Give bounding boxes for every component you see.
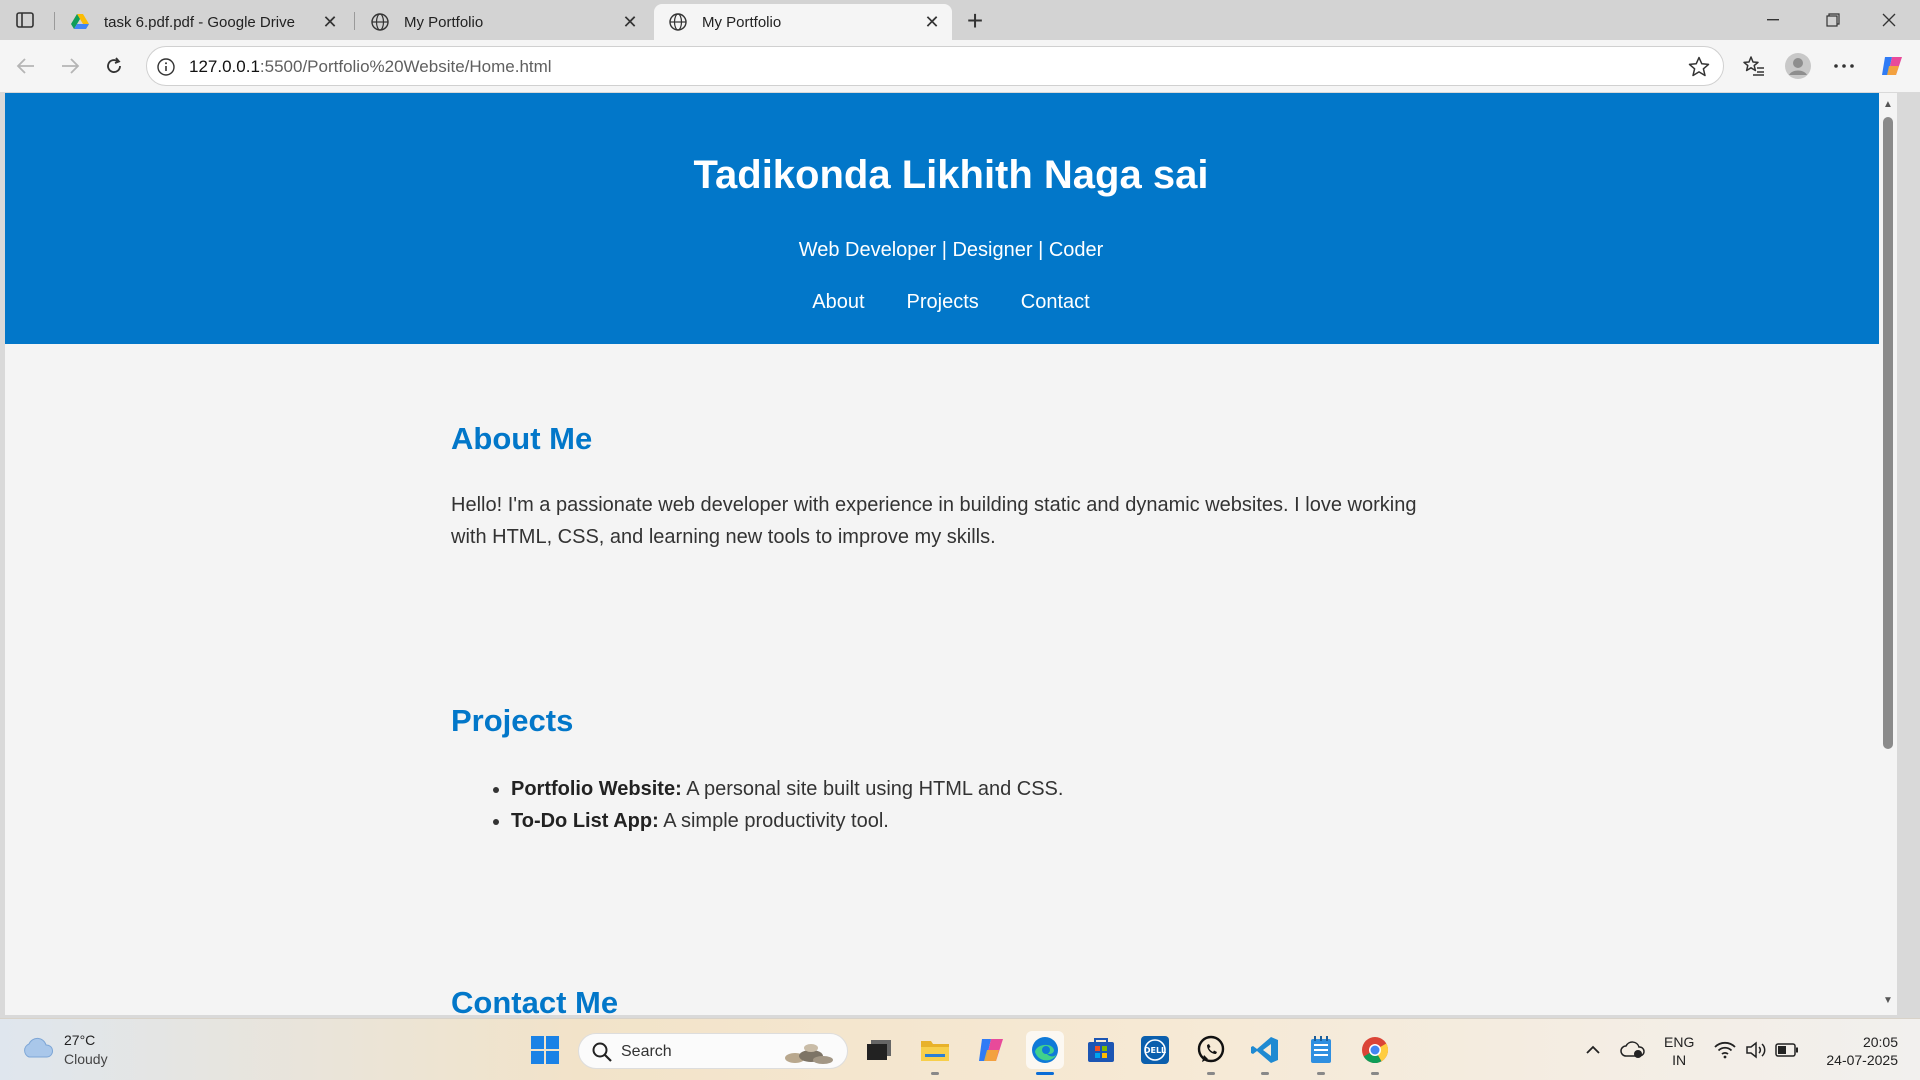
language-indicator[interactable]: ENG IN	[1664, 1033, 1694, 1069]
whatsapp-icon[interactable]	[1192, 1031, 1230, 1075]
tab-title: My Portfolio	[702, 13, 782, 31]
running-indicator	[1371, 1072, 1379, 1075]
nav-link-contact[interactable]: Contact	[1021, 291, 1090, 314]
page-scrollbar[interactable]: ▲ ▼	[1879, 93, 1897, 1015]
favorites-list-icon[interactable]	[1740, 52, 1768, 80]
tab-title: My Portfolio	[404, 13, 484, 31]
url-path: :5500/Portfolio%20Website/Home.html	[259, 57, 552, 76]
tab-close-icon[interactable]: ✕	[620, 12, 640, 32]
tab-strip: task 6.pdf.pdf - Google Drive ✕ My Portf…	[0, 0, 1920, 40]
clock[interactable]: 20:05 24-07-2025	[1812, 1033, 1898, 1069]
site-subtitle: Web Developer | Designer | Coder	[798, 239, 1104, 261]
browser-toolbar: 127.0.0.1:5500/Portfolio%20Website/Home.…	[0, 40, 1920, 92]
nav-link-projects[interactable]: Projects	[907, 291, 979, 314]
scroll-thumb[interactable]	[1883, 117, 1893, 749]
project-name: To-Do List App:	[511, 810, 659, 832]
close-window-icon[interactable]	[1866, 0, 1912, 40]
about-text: Hello! I'm a passionate web developer wi…	[451, 494, 1417, 548]
tab-close-icon[interactable]: ✕	[922, 12, 942, 32]
copilot-icon[interactable]	[1878, 52, 1906, 80]
list-item: To-Do List App: A simple productivity to…	[511, 805, 1063, 837]
site-header: Tadikonda Likhith Naga sai Web Developer…	[5, 93, 1897, 344]
site-nav: About Projects Contact	[5, 291, 1897, 314]
tab-close-icon[interactable]: ✕	[320, 12, 340, 32]
running-indicator	[1207, 1072, 1215, 1075]
svg-text:DELL: DELL	[1144, 1046, 1166, 1055]
windows-start-icon[interactable]	[526, 1031, 564, 1069]
running-indicator	[1261, 1072, 1269, 1075]
dell-icon[interactable]: DELL	[1136, 1031, 1174, 1069]
profile-avatar-icon[interactable]	[1784, 52, 1812, 80]
list-item: Portfolio Website: A personal site built…	[511, 773, 1063, 805]
favorite-star-icon[interactable]	[1687, 55, 1711, 79]
search-label: Search	[621, 1043, 672, 1060]
tab-my-portfolio-1[interactable]: My Portfolio ✕	[356, 4, 650, 40]
copilot-app-icon[interactable]	[972, 1031, 1010, 1069]
search-highlight-icon	[781, 1038, 837, 1071]
site-title: Tadikonda Likhith Naga sai	[693, 153, 1209, 197]
cloud-icon	[20, 1036, 54, 1065]
battery-icon[interactable]	[1768, 1031, 1806, 1069]
new-tab-button[interactable]: +	[960, 5, 990, 36]
search-icon	[591, 1041, 613, 1068]
chevron-up-icon[interactable]	[1574, 1031, 1612, 1069]
url-text: 127.0.0.1:5500/Portfolio%20Website/Home.…	[189, 57, 552, 77]
tab-actions-icon[interactable]	[10, 8, 40, 32]
tab-my-portfolio-active[interactable]: My Portfolio ✕	[654, 4, 952, 40]
tab-separator	[54, 12, 55, 30]
back-icon[interactable]	[10, 50, 42, 82]
weather-condition: Cloudy	[64, 1051, 108, 1067]
globe-icon	[370, 12, 390, 32]
taskbar: 27°C Cloudy Search DELL ENG IN 20:05 24-…	[0, 1018, 1920, 1080]
weather-temp: 27°C	[64, 1032, 96, 1048]
page-viewport: Tadikonda Likhith Naga sai Web Developer…	[5, 93, 1897, 1015]
edge-browser-icon[interactable]	[1026, 1031, 1064, 1075]
globe-icon	[668, 12, 688, 32]
notepad-icon[interactable]	[1302, 1031, 1340, 1075]
language-code: ENG	[1664, 1034, 1695, 1050]
onedrive-status-icon[interactable]	[1614, 1031, 1652, 1069]
running-indicator	[1317, 1072, 1325, 1075]
running-indicator	[931, 1072, 939, 1075]
about-heading: About Me	[451, 421, 593, 456]
nav-link-about[interactable]: About	[812, 291, 864, 314]
site-info-icon[interactable]	[155, 56, 177, 78]
contact-heading: Contact Me	[451, 985, 619, 1015]
microsoft-store-icon[interactable]	[1082, 1031, 1120, 1069]
scroll-up-icon[interactable]: ▲	[1882, 99, 1894, 111]
weather-widget[interactable]: 27°C Cloudy	[20, 1031, 108, 1069]
scroll-down-icon[interactable]: ▼	[1882, 995, 1894, 1007]
vscode-icon[interactable]	[1246, 1031, 1284, 1075]
minimize-icon[interactable]	[1750, 0, 1796, 40]
forward-icon[interactable]	[54, 50, 86, 82]
projects-heading: Projects	[451, 703, 574, 738]
clock-time: 20:05	[1862, 1034, 1898, 1050]
project-desc: A simple productivity tool.	[658, 810, 889, 832]
region-code: IN	[1672, 1052, 1687, 1068]
restore-icon[interactable]	[1810, 0, 1856, 40]
tab-separator	[354, 12, 355, 30]
clock-date: 24-07-2025	[1826, 1052, 1898, 1068]
more-menu-icon[interactable]	[1830, 52, 1858, 80]
google-drive-icon	[70, 12, 90, 32]
taskbar-search[interactable]: Search	[578, 1033, 848, 1069]
task-view-icon[interactable]	[860, 1031, 898, 1069]
address-bar[interactable]: 127.0.0.1:5500/Portfolio%20Website/Home.…	[146, 46, 1724, 86]
tab-google-drive[interactable]: task 6.pdf.pdf - Google Drive ✕	[56, 4, 350, 40]
tab-title: task 6.pdf.pdf - Google Drive	[104, 13, 295, 31]
file-explorer-icon[interactable]	[916, 1031, 954, 1075]
project-name: Portfolio Website:	[511, 778, 682, 800]
active-indicator	[1036, 1072, 1054, 1075]
chrome-icon[interactable]	[1356, 1031, 1394, 1075]
url-host: 127.0.0.1	[189, 57, 260, 76]
project-desc: A personal site built using HTML and CSS…	[681, 778, 1064, 800]
reload-icon[interactable]	[98, 50, 130, 82]
project-list: Portfolio Website: A personal site built…	[511, 773, 1063, 837]
